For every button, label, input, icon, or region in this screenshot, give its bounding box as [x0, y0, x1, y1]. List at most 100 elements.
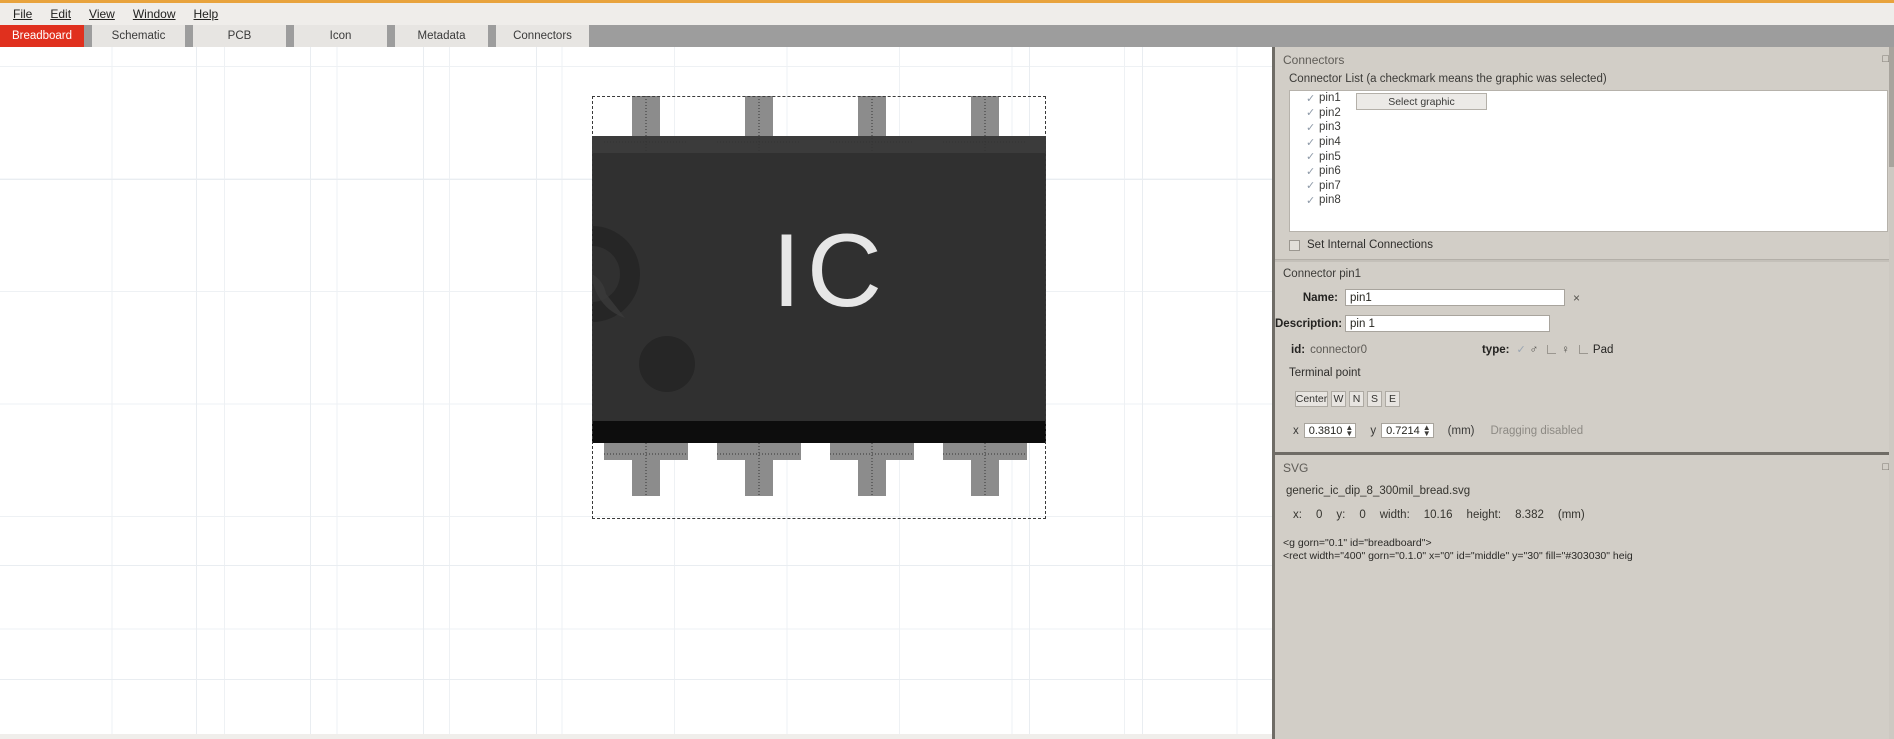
select-graphic-button[interactable]: Select graphic [1356, 93, 1487, 110]
svg-panel-undock-icon[interactable]: □ [1882, 461, 1889, 473]
tab-metadata[interactable]: Metadata [395, 25, 488, 47]
terminal-point-label: Terminal point [1289, 367, 1361, 379]
svg-source-line-2: <rect width="400" gorn="0.1.0" x="0" id=… [1283, 550, 1633, 562]
parts-editor-window: File Edit View Window Help Breadboard Sc… [0, 0, 1894, 739]
connector-name-input[interactable] [1345, 289, 1565, 306]
tab-breadboard[interactable]: Breadboard [0, 25, 84, 47]
dock-vertical-scrollbar[interactable] [1889, 47, 1894, 739]
svg-panel-title-label: SVG [1283, 461, 1309, 475]
list-item[interactable]: ✓ pin5 [1290, 149, 1887, 164]
female-checkbox[interactable] [1547, 345, 1557, 354]
terminal-center-button[interactable]: Center [1295, 391, 1328, 407]
list-item[interactable]: ✓ pin8 [1290, 193, 1887, 208]
svg-dimensions: x: 0 y: 0 width: 10.16 height: 8.382 (mm… [1275, 497, 1894, 521]
svg-dim-w-val: 10.16 [1423, 509, 1453, 521]
menu-help[interactable]: Help [185, 5, 228, 23]
terminal-north-label: N [1352, 393, 1361, 405]
pin-label: pin6 [1319, 165, 1341, 178]
canvas-gridline-h2 [0, 565, 1272, 566]
connector-id-row: id: connector0 type: ✓ ♂ ♀ Pad [1275, 332, 1894, 357]
terminal-direction-buttons: Center W N S E [1275, 379, 1894, 407]
svg-dim-w-key: width: [1379, 509, 1410, 521]
dock-scroll-thumb[interactable] [1889, 47, 1894, 167]
svg-dim-y-val: 0 [1359, 509, 1366, 521]
check-icon: ✓ [1306, 165, 1316, 178]
connectors-panel-title-label: Connectors [1283, 53, 1345, 67]
view-tab-bar: Breadboard Schematic PCB Icon Metadata C… [0, 25, 1894, 47]
tab-schematic[interactable]: Schematic [92, 25, 185, 47]
stepper-arrows-icon[interactable]: ▲ ▼ [1423, 423, 1431, 437]
panel-undock-icon[interactable]: □ [1882, 53, 1889, 65]
pin-label: pin1 [1319, 92, 1341, 105]
svg-source-line-1: <g gorn="0.1" id="breadboard"> [1283, 537, 1432, 549]
terminal-south-label: S [1370, 393, 1378, 405]
tab-pcb[interactable]: PCB [193, 25, 286, 47]
canvas-gridline-v1 [196, 47, 197, 739]
x-stepper[interactable]: 0.3810 ▲ ▼ [1303, 423, 1357, 438]
canvas-horizontal-scrollbar[interactable] [0, 734, 1272, 739]
terminal-coordinates-row: x 0.3810 ▲ ▼ y 0.7214 ▲ ▼ (mm) Dragging di… [1275, 407, 1894, 438]
menu-window[interactable]: Window [124, 5, 185, 23]
list-item[interactable]: ✓ pin7 [1290, 179, 1887, 194]
check-icon: ✓ [1306, 180, 1316, 193]
terminal-west-label: W [1333, 393, 1344, 405]
pin-label: pin5 [1319, 150, 1341, 163]
menu-view[interactable]: View [80, 5, 124, 23]
connector-description-row: Description: [1275, 306, 1894, 332]
terminal-west-button[interactable]: W [1331, 391, 1346, 407]
pin-label: pin8 [1319, 194, 1341, 207]
connector-description-input[interactable] [1345, 315, 1550, 332]
check-icon: ✓ [1306, 121, 1316, 134]
male-icon[interactable]: ♂ [1530, 344, 1539, 356]
list-item[interactable]: ✓ pin6 [1290, 164, 1887, 179]
list-item[interactable]: ✓ pin3 [1290, 120, 1887, 135]
svg-dim-h-val: 8.382 [1515, 509, 1544, 521]
connectors-panel-title: Connectors □ [1275, 47, 1894, 69]
breadboard-canvas[interactable]: IC [0, 47, 1272, 739]
menu-window-label: Window [132, 7, 176, 21]
connector-name-row: Name: × [1275, 280, 1894, 306]
y-label: y [1370, 424, 1377, 437]
svg-dim-x-val: 0 [1315, 509, 1323, 521]
canvas-gridline-h3 [0, 679, 1272, 680]
x-label: x [1293, 424, 1299, 437]
pin-label: pin3 [1319, 121, 1341, 134]
checkbox-icon [1289, 239, 1300, 251]
stepper-arrows-icon[interactable]: ▲ ▼ [1345, 423, 1353, 437]
svg-dim-h-key: height: [1466, 509, 1502, 521]
set-internal-connections-checkbox[interactable]: Set Internal Connections [1275, 232, 1894, 257]
terminal-north-button[interactable]: N [1349, 391, 1364, 407]
tab-icon[interactable]: Icon [294, 25, 387, 47]
svg-dim-y-key: y: [1336, 509, 1346, 521]
y-value: 0.7214 [1386, 424, 1420, 437]
connector-detail-heading: Connector pin1 [1283, 268, 1361, 280]
terminal-east-button[interactable]: E [1385, 391, 1400, 407]
pin-label: pin2 [1319, 106, 1341, 119]
y-stepper[interactable]: 0.7214 ▲ ▼ [1381, 423, 1434, 438]
terminal-center-label: Center [1295, 393, 1328, 405]
terminal-south-button[interactable]: S [1367, 391, 1382, 407]
menu-file[interactable]: File [4, 5, 41, 23]
canvas-gridline-v4 [536, 47, 537, 739]
tab-breadboard-label: Breadboard [11, 30, 73, 42]
clear-icon[interactable]: × [1573, 291, 1580, 305]
menu-view-label: View [89, 7, 115, 21]
connector-type-group: type: ✓ ♂ ♀ Pad [1482, 343, 1613, 357]
select-graphic-label: Select graphic [1388, 95, 1455, 108]
tab-connectors[interactable]: Connectors [496, 25, 589, 47]
terminal-east-label: E [1388, 393, 1396, 405]
female-icon[interactable]: ♀ [1561, 344, 1570, 356]
connector-list[interactable]: ✓ pin1 ✓ pin2 ✓ pin3 ✓ pin4 ✓ pin5 ✓ pin6 ✓ pin… [1289, 90, 1888, 232]
menu-edit[interactable]: Edit [41, 5, 80, 23]
connector-list-label: Connector List (a checkmark means the gr… [1289, 73, 1607, 85]
pin-label: pin4 [1319, 136, 1341, 149]
svg-panel: SVG □ generic_ic_dip_8_300mil_bread.svg … [1275, 452, 1894, 739]
svg-dim-x-key: x: [1293, 509, 1302, 521]
svg-panel-title: SVG □ [1275, 455, 1894, 477]
pad-checkbox[interactable] [1578, 345, 1588, 354]
list-item[interactable]: ✓ pin4 [1290, 135, 1887, 150]
svg-source-view[interactable]: <g gorn="0.1" id="breadboard"> <rect wid… [1275, 521, 1894, 563]
part-selection-outline[interactable] [592, 96, 1046, 519]
tab-schematic-label: Schematic [111, 30, 166, 42]
check-icon: ✓ [1306, 136, 1316, 149]
